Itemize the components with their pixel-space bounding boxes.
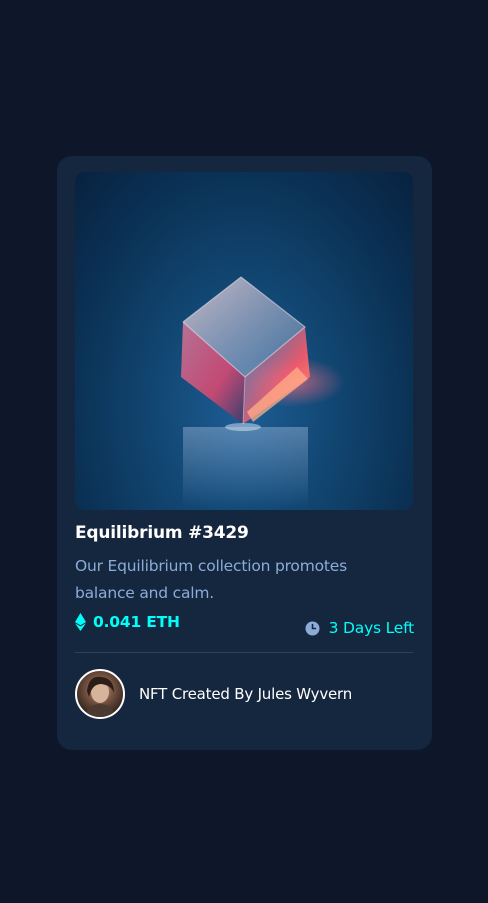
nft-description: Our Equilibrium collection promotes bala… bbox=[75, 557, 347, 602]
time-left: 3 Days Left bbox=[305, 619, 414, 637]
divider bbox=[75, 652, 413, 653]
nft-meta: 0.041 ETH 3 Days Left bbox=[75, 613, 414, 643]
price-value: 0.041 ETH bbox=[93, 613, 180, 631]
nft-image[interactable] bbox=[75, 172, 413, 510]
equilibrium-cube-illustration bbox=[181, 276, 345, 507]
ethereum-icon bbox=[75, 613, 86, 631]
nft-title[interactable]: Equilibrium #3429 bbox=[75, 522, 414, 544]
avatar-portrait bbox=[85, 676, 115, 717]
time-left-value: 3 Days Left bbox=[328, 619, 415, 637]
creator-row: NFT Created By Jules Wyvern bbox=[75, 669, 352, 719]
creator-avatar[interactable] bbox=[75, 669, 125, 719]
creator-text[interactable]: NFT Created By Jules Wyvern bbox=[139, 685, 352, 703]
clock-icon bbox=[305, 621, 320, 635]
price: 0.041 ETH bbox=[75, 613, 180, 631]
nft-card: Equilibrium #3429 Our Equilibrium collec… bbox=[57, 156, 432, 750]
